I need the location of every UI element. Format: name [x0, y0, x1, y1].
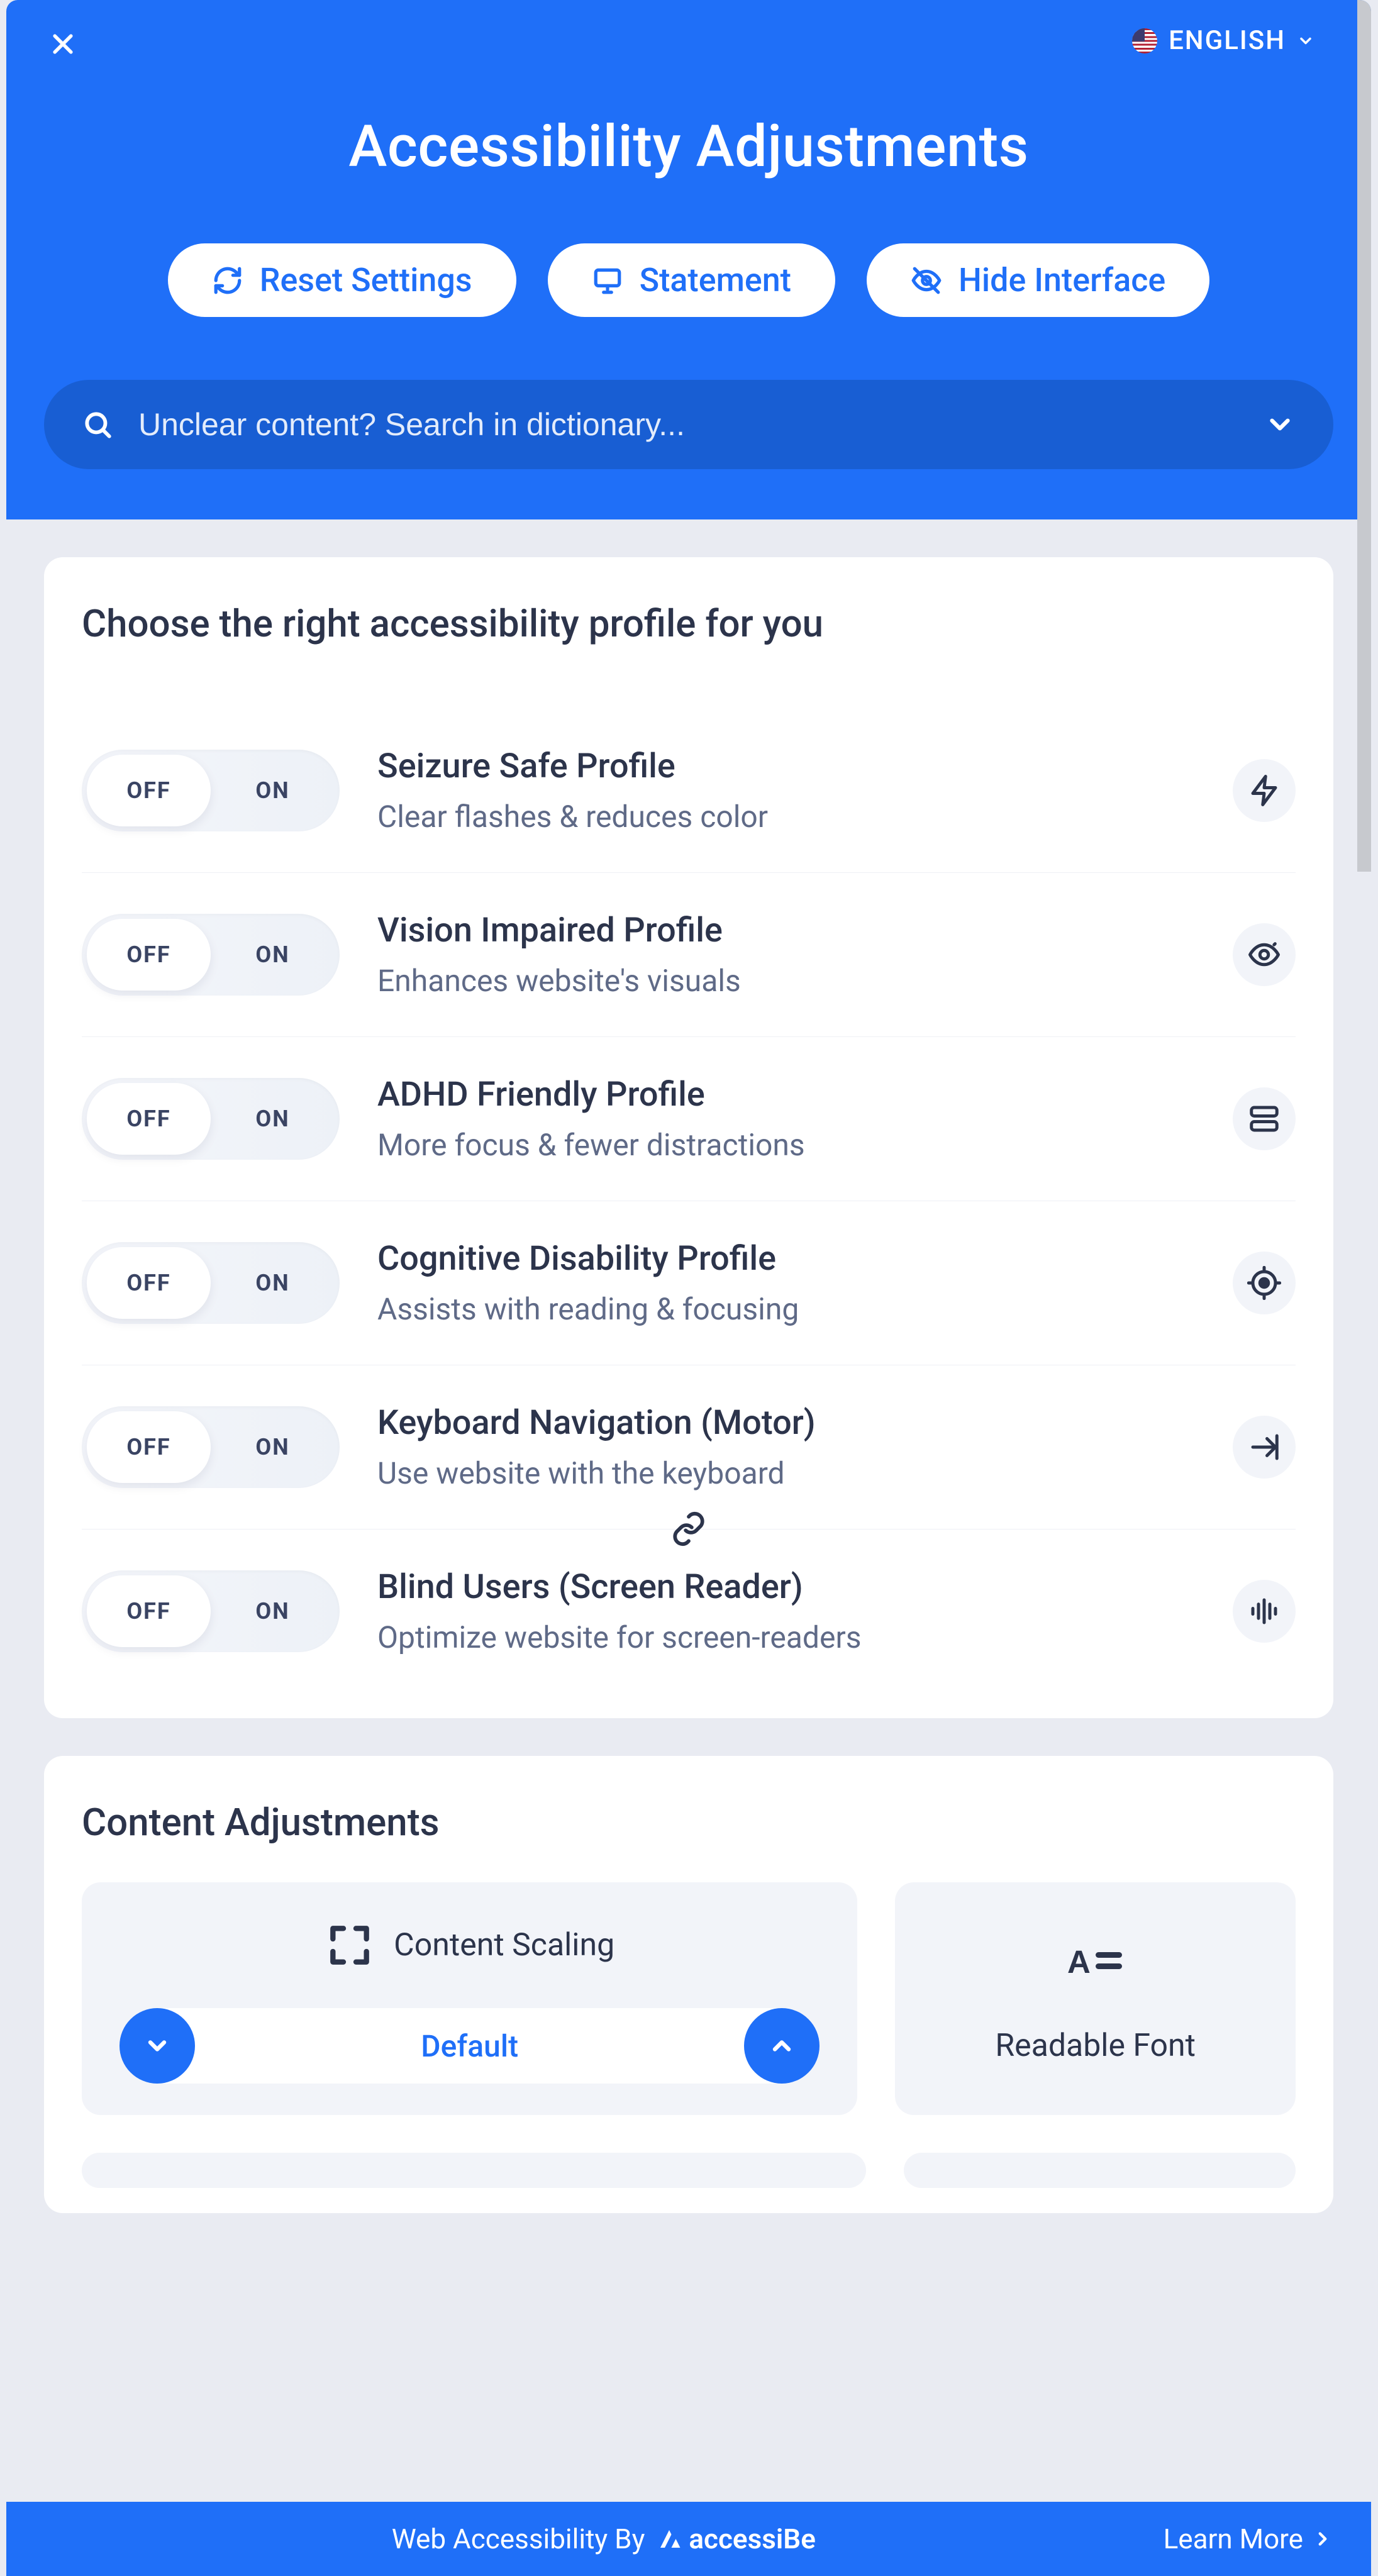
profile-row: OFF ON Blind Users (Screen Reader) Optim…	[82, 1530, 1296, 1693]
learn-more-label: Learn More	[1164, 2523, 1303, 2555]
profile-row: OFF ON Vision Impaired Profile Enhances …	[82, 873, 1296, 1037]
chevron-down-icon	[143, 2032, 171, 2060]
header-actions: Reset Settings Statement Hide Interface	[44, 243, 1333, 317]
profile-toggle[interactable]: OFF ON	[82, 1570, 340, 1652]
profile-row: OFF ON Keyboard Navigation (Motor) Use w…	[82, 1365, 1296, 1530]
language-label: ENGLISH	[1169, 25, 1286, 56]
profiles-heading: Choose the right accessibility profile f…	[82, 601, 1296, 646]
reset-label: Reset Settings	[260, 261, 472, 299]
profile-title: Keyboard Navigation (Motor)	[377, 1403, 1195, 1443]
profile-subtitle: More focus & fewer distractions	[377, 1127, 1195, 1163]
profile-subtitle: Clear flashes & reduces color	[377, 799, 1195, 835]
profile-row: OFF ON Seizure Safe Profile Clear flashe…	[82, 709, 1296, 873]
profile-title: Blind Users (Screen Reader)	[377, 1567, 1195, 1607]
hide-interface-button[interactable]: Hide Interface	[867, 243, 1209, 317]
profile-subtitle: Assists with reading & focusing	[377, 1291, 1195, 1327]
content-scaling-stepper: Default	[119, 2008, 820, 2084]
toggle-on: ON	[211, 919, 335, 991]
content-scaling-label: Content Scaling	[394, 1927, 614, 1963]
profile-toggle[interactable]: OFF ON	[82, 1078, 340, 1160]
tile-placeholder[interactable]	[82, 2153, 866, 2188]
language-selector[interactable]: ENGLISH	[1132, 25, 1314, 56]
tab-icon	[1233, 1416, 1296, 1479]
profile-row: OFF ON ADHD Friendly Profile More focus …	[82, 1037, 1296, 1201]
profile-toggle[interactable]: OFF ON	[82, 914, 340, 996]
toggle-on: ON	[211, 1083, 335, 1155]
toggle-on: ON	[211, 755, 335, 826]
statement-button[interactable]: Statement	[548, 243, 835, 317]
learn-more-link[interactable]: Learn More	[1164, 2523, 1333, 2555]
header: ENGLISH Accessibility Adjustments Reset …	[6, 0, 1371, 519]
readable-font-tile[interactable]: A Readable Font	[895, 1882, 1296, 2115]
svg-text:A: A	[1067, 1944, 1091, 1980]
tile-placeholder[interactable]	[904, 2153, 1296, 2188]
statement-label: Statement	[640, 261, 791, 299]
profile-title: ADHD Friendly Profile	[377, 1075, 1195, 1114]
profiles-card: Choose the right accessibility profile f…	[44, 557, 1333, 1718]
toggle-off: OFF	[87, 1575, 211, 1647]
scrollbar[interactable]	[1357, 0, 1371, 872]
profile-text: Seizure Safe Profile Clear flashes & red…	[377, 747, 1195, 835]
scaling-value: Default	[195, 2028, 744, 2064]
toggle-off: OFF	[87, 1247, 211, 1319]
profile-text: Keyboard Navigation (Motor) Use website …	[377, 1403, 1195, 1491]
footer: Web Accessibility By accessiBe Learn Mor…	[6, 2502, 1371, 2576]
profile-row: OFF ON Cognitive Disability Profile Assi…	[82, 1201, 1296, 1365]
accessibe-logo-icon	[656, 2526, 682, 2552]
close-button[interactable]	[44, 25, 82, 63]
search-bar[interactable]	[44, 380, 1333, 469]
close-icon	[49, 30, 77, 58]
scaling-increase-button[interactable]	[744, 2008, 820, 2084]
scaling-decrease-button[interactable]	[119, 2008, 195, 2084]
expand-icon	[325, 1920, 375, 1970]
accessibe-brand[interactable]: accessiBe	[656, 2523, 815, 2555]
profile-text: Blind Users (Screen Reader) Optimize web…	[377, 1567, 1195, 1655]
footer-text: Web Accessibility By	[392, 2523, 645, 2555]
link-icon	[670, 1511, 708, 1546]
content-adjustments-heading: Content Adjustments	[82, 1800, 1296, 1845]
toggle-off: OFF	[87, 1083, 211, 1155]
profile-subtitle: Use website with the keyboard	[377, 1455, 1195, 1491]
flag-us-icon	[1132, 28, 1157, 53]
toggle-on: ON	[211, 1575, 335, 1647]
chevron-down-icon[interactable]	[1264, 409, 1296, 440]
profile-text: Cognitive Disability Profile Assists wit…	[377, 1239, 1195, 1327]
profile-subtitle: Enhances website's visuals	[377, 963, 1195, 999]
profile-text: ADHD Friendly Profile More focus & fewer…	[377, 1075, 1195, 1163]
search-input[interactable]	[138, 406, 1239, 443]
profile-toggle[interactable]: OFF ON	[82, 1406, 340, 1488]
content-adjustments-card: Content Adjustments Content Scaling Defa…	[44, 1756, 1333, 2213]
sound-icon	[1233, 1580, 1296, 1643]
readable-font-label: Readable Font	[995, 2028, 1196, 2064]
bolt-icon	[1233, 759, 1296, 822]
profile-title: Seizure Safe Profile	[377, 747, 1195, 786]
refresh-icon	[212, 265, 243, 296]
panel-title: Accessibility Adjustments	[44, 113, 1333, 180]
target-icon	[1233, 1252, 1296, 1314]
profile-title: Cognitive Disability Profile	[377, 1239, 1195, 1279]
profile-toggle[interactable]: OFF ON	[82, 750, 340, 831]
chevron-down-icon	[1297, 32, 1314, 50]
profile-toggle[interactable]: OFF ON	[82, 1242, 340, 1324]
presentation-icon	[592, 265, 623, 296]
hide-label: Hide Interface	[958, 261, 1165, 299]
content-scaling-tile: Content Scaling Default	[82, 1882, 857, 2115]
profile-subtitle: Optimize website for screen-readers	[377, 1619, 1195, 1655]
toggle-off: OFF	[87, 755, 211, 826]
reset-settings-button[interactable]: Reset Settings	[168, 243, 516, 317]
toggle-on: ON	[211, 1411, 335, 1483]
brand-label: accessiBe	[689, 2523, 815, 2555]
frame-icon	[1233, 1087, 1296, 1150]
profile-title: Vision Impaired Profile	[377, 911, 1195, 950]
eye-icon	[1233, 923, 1296, 986]
readable-font-icon: A	[1067, 1933, 1124, 1990]
chevron-up-icon	[768, 2032, 796, 2060]
eye-off-icon	[911, 265, 942, 296]
toggle-off: OFF	[87, 1411, 211, 1483]
profile-text: Vision Impaired Profile Enhances website…	[377, 911, 1195, 999]
chevron-right-icon	[1312, 2528, 1333, 2550]
toggle-on: ON	[211, 1247, 335, 1319]
toggle-off: OFF	[87, 919, 211, 991]
search-icon	[82, 409, 113, 440]
